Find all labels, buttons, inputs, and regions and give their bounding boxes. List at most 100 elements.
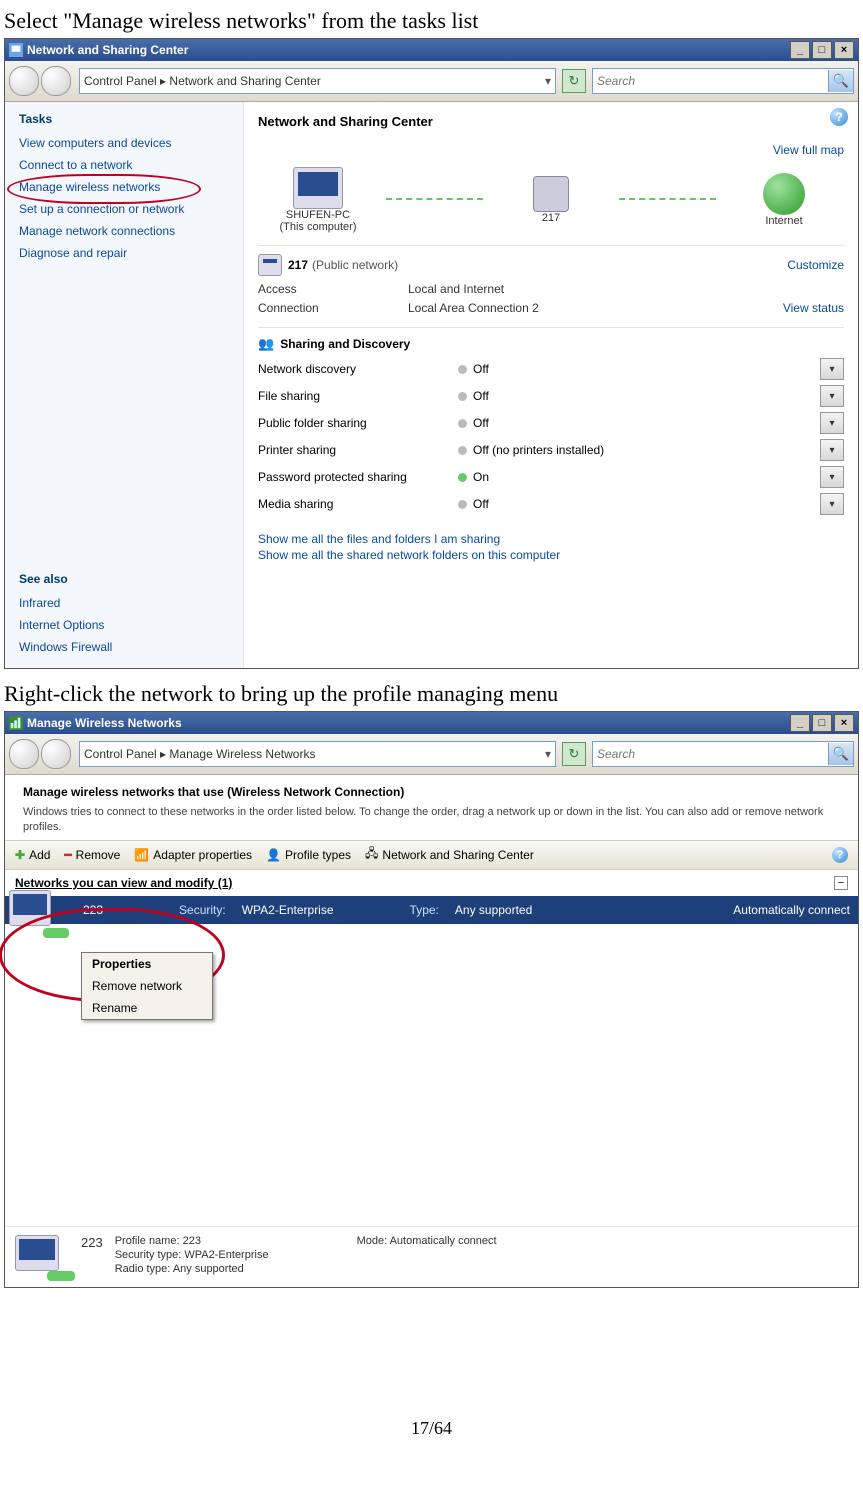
map-this-pc[interactable]: SHUFEN-PC (This computer): [258, 167, 378, 233]
expand-button[interactable]: ▾: [820, 358, 844, 380]
profile-icon: 👤: [266, 848, 281, 862]
share-key: Password protected sharing: [258, 470, 458, 484]
status-dot-icon: [458, 365, 467, 374]
network-list: 223 Security: WPA2-Enterprise Type: Any …: [5, 896, 858, 1226]
address-bar[interactable]: Control Panel ▸ Manage Wireless Networks…: [79, 741, 556, 767]
detail-v: WPA2-Enterprise: [184, 1249, 268, 1261]
detail-k: Radio type:: [115, 1263, 171, 1275]
task-setup-connection[interactable]: Set up a connection or network: [19, 202, 229, 216]
connection-line-icon: [619, 198, 716, 202]
map-router[interactable]: 217: [491, 176, 611, 224]
address-bar[interactable]: Control Panel ▸ Network and Sharing Cent…: [79, 68, 556, 94]
window-icon: [9, 43, 23, 57]
refresh-button[interactable]: ↻: [562, 742, 586, 766]
map-pc-label: SHUFEN-PC: [286, 209, 350, 221]
share-key: Printer sharing: [258, 443, 458, 457]
page-subtext: Windows tries to connect to these networ…: [23, 805, 840, 836]
ctx-properties[interactable]: Properties: [82, 953, 212, 975]
label-security: Security:: [171, 903, 234, 917]
tasks-header: Tasks: [19, 112, 229, 126]
window-title: Manage Wireless Networks: [27, 716, 182, 730]
chevron-down-icon[interactable]: ▾: [545, 747, 551, 761]
seealso-firewall[interactable]: Windows Firewall: [19, 640, 229, 654]
expand-button[interactable]: ▾: [820, 466, 844, 488]
forward-button[interactable]: [41, 66, 71, 96]
search-input[interactable]: [593, 747, 828, 761]
adapter-properties-button[interactable]: 📶Adapter properties: [134, 848, 252, 862]
close-button[interactable]: ×: [834, 714, 854, 732]
refresh-button[interactable]: ↻: [562, 69, 586, 93]
detail-k: Mode:: [357, 1235, 388, 1247]
nsc-button[interactable]: 🖧Network and Sharing Center: [365, 844, 534, 865]
task-view-computers[interactable]: View computers and devices: [19, 136, 229, 150]
task-diagnose[interactable]: Diagnose and repair: [19, 246, 229, 260]
map-router-label: 217: [542, 212, 560, 224]
expand-button[interactable]: ▾: [820, 412, 844, 434]
help-icon[interactable]: ?: [830, 108, 848, 126]
search-box[interactable]: 🔍: [592, 741, 854, 767]
seealso-infrared[interactable]: Infrared: [19, 596, 229, 610]
plus-icon: ✚: [15, 848, 25, 862]
router-icon: [533, 176, 569, 212]
share-value: On: [473, 470, 820, 484]
profile-types-button[interactable]: 👤Profile types: [266, 848, 351, 862]
expand-button[interactable]: ▾: [820, 439, 844, 461]
nav-toolbar: Control Panel ▸ Manage Wireless Networks…: [5, 734, 858, 775]
add-button[interactable]: ✚Add: [15, 848, 50, 862]
minimize-button[interactable]: _: [790, 714, 810, 732]
breadcrumb[interactable]: Control Panel ▸ Network and Sharing Cent…: [84, 74, 321, 88]
pc-icon: [293, 167, 343, 209]
forward-button[interactable]: [41, 739, 71, 769]
kv-value: Local and Internet: [408, 282, 844, 296]
back-button[interactable]: [9, 739, 39, 769]
chevron-down-icon[interactable]: ▾: [545, 74, 551, 88]
remove-button[interactable]: ━Remove: [64, 848, 120, 862]
ctx-remove[interactable]: Remove network: [82, 975, 212, 997]
network-icon: [258, 254, 282, 276]
detail-name: 223: [81, 1235, 103, 1250]
breadcrumb[interactable]: Control Panel ▸ Manage Wireless Networks: [84, 747, 315, 761]
show-files-link[interactable]: Show me all the files and folders I am s…: [258, 532, 844, 546]
expand-button[interactable]: ▾: [820, 385, 844, 407]
collapse-button[interactable]: −: [834, 876, 848, 890]
view-status-link[interactable]: View status: [783, 301, 844, 315]
customize-link[interactable]: Customize: [787, 258, 844, 272]
minimize-button[interactable]: _: [790, 41, 810, 59]
maximize-button[interactable]: □: [812, 41, 832, 59]
map-internet[interactable]: Internet: [724, 173, 844, 227]
task-manage-connections[interactable]: Manage network connections: [19, 224, 229, 238]
seealso-internet-options[interactable]: Internet Options: [19, 618, 229, 632]
tasks-sidebar: Tasks View computers and devices Connect…: [5, 102, 244, 668]
ctx-rename[interactable]: Rename: [82, 997, 212, 1019]
status-dot-icon: [458, 500, 467, 509]
maximize-button[interactable]: □: [812, 714, 832, 732]
help-icon[interactable]: ?: [832, 847, 848, 863]
command-toolbar: ✚Add ━Remove 📶Adapter properties 👤Profil…: [5, 840, 858, 870]
close-button[interactable]: ×: [834, 41, 854, 59]
search-input[interactable]: [593, 74, 828, 88]
page-heading: Manage wireless networks that use (Wirel…: [23, 785, 840, 799]
show-folders-link[interactable]: Show me all the shared network folders o…: [258, 548, 844, 562]
detail-v: 223: [183, 1235, 201, 1247]
status-dot-icon: [458, 473, 467, 482]
share-value: Off (no printers installed): [473, 443, 820, 457]
share-key: Network discovery: [258, 362, 458, 376]
titlebar: Manage Wireless Networks _ □ ×: [5, 712, 858, 734]
back-button[interactable]: [9, 66, 39, 96]
search-icon[interactable]: 🔍: [828, 70, 853, 92]
group-header: Networks you can view and modify (1) −: [5, 870, 858, 896]
share-value: Off: [473, 416, 820, 430]
detail-v: Automatically connect: [390, 1235, 497, 1247]
share-value: Off: [473, 389, 820, 403]
group-title: Networks you can view and modify (1): [15, 876, 232, 890]
detail-v: Any supported: [173, 1263, 244, 1275]
search-box[interactable]: 🔍: [592, 68, 854, 94]
task-connect-network[interactable]: Connect to a network: [19, 158, 229, 172]
search-icon[interactable]: 🔍: [828, 743, 853, 765]
context-menu: Properties Remove network Rename: [81, 952, 213, 1020]
nsc-icon: 🖧: [365, 844, 378, 865]
task-manage-wireless[interactable]: Manage wireless networks: [19, 180, 229, 194]
view-full-map-link[interactable]: View full map: [773, 143, 844, 157]
expand-button[interactable]: ▾: [820, 493, 844, 515]
network-row-223[interactable]: 223 Security: WPA2-Enterprise Type: Any …: [5, 896, 858, 924]
